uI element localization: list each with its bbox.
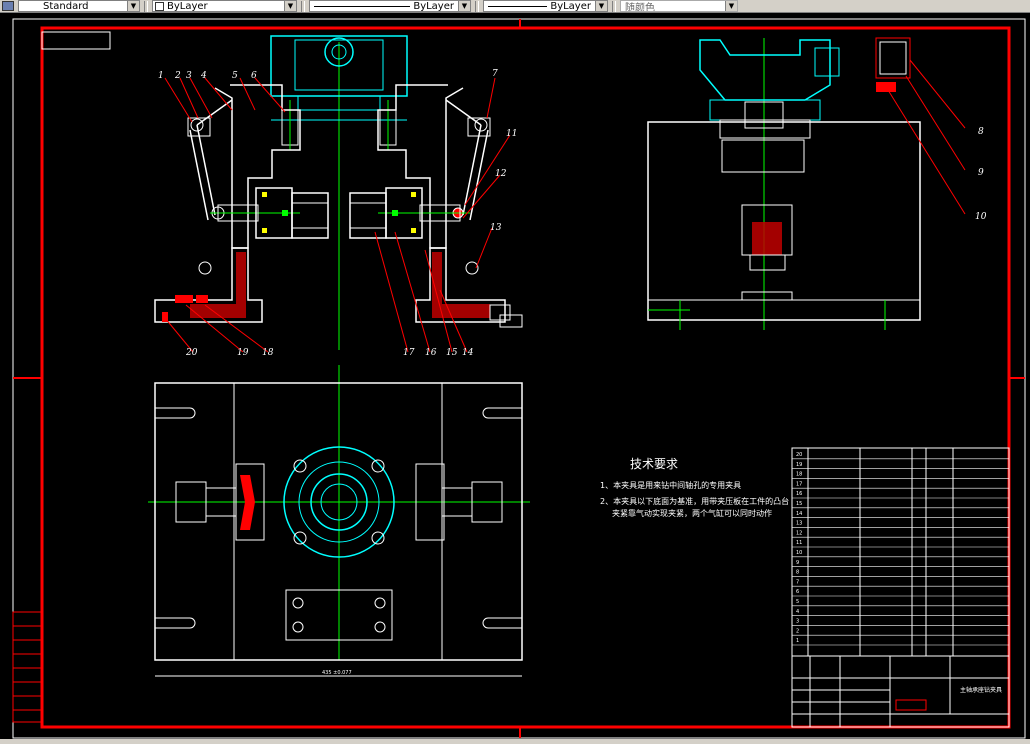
bom-row-number: 19 — [796, 462, 802, 468]
bom-row-number: 20 — [796, 452, 802, 458]
bom-row-number: 17 — [796, 481, 802, 487]
lineweight-dropdown[interactable]: ByLayer ▼ — [483, 0, 608, 12]
bom-row-number: 1 — [796, 638, 799, 644]
linetype-dropdown[interactable]: ByLayer ▼ — [309, 0, 471, 12]
toolbar-separator — [475, 0, 479, 12]
callout-7: 7 — [492, 69, 498, 79]
top-view[interactable]: 435 ±0.077 — [148, 365, 530, 677]
tech-note-1: 1、本夹具是用来钻中间轴孔的专用夹具 — [600, 480, 741, 490]
callout-3: 3 — [186, 71, 192, 81]
callout-10: 10 — [975, 212, 987, 222]
bom-table: 20 19 18 17 16 15 14 13 12 11 10 9 8 7 6 5 4 3 2 1 — [791, 447, 1010, 657]
callout-6: 6 — [251, 71, 257, 81]
callout-20: 20 — [185, 348, 198, 358]
lineweight-sample — [488, 6, 547, 7]
bom-row-number: 3 — [796, 619, 799, 625]
chevron-down-icon: ▼ — [458, 1, 470, 11]
chevron-down-icon: ▼ — [284, 1, 296, 11]
callout-15: 15 — [446, 348, 458, 358]
left-strip-table — [12, 611, 43, 723]
sheet-border — [12, 18, 1026, 739]
linetype-value: ByLayer — [413, 0, 454, 12]
bom-row-number: 2 — [796, 628, 799, 634]
callout-12: 12 — [495, 169, 507, 179]
callout-8: 8 — [978, 127, 984, 137]
bom-row-number: 18 — [796, 472, 802, 478]
bom-row-number: 15 — [796, 501, 802, 507]
chevron-down-icon: ▼ — [725, 1, 737, 11]
side-view[interactable]: 8 9 10 — [647, 37, 987, 330]
bom-row-number: 4 — [796, 609, 799, 615]
text-style-value: Standard — [43, 0, 89, 12]
plotstyle-value: 随颜色 — [625, 2, 655, 12]
toolbar-separator — [612, 0, 616, 12]
bom-row-number: 14 — [796, 511, 802, 517]
tech-title: 技术要求 — [630, 457, 678, 471]
callout-18: 18 — [262, 348, 274, 358]
bom-row-number: 8 — [796, 570, 799, 576]
text-style-dropdown[interactable]: Standard ▼ — [18, 0, 140, 12]
layer-dropdown[interactable]: ByLayer ▼ — [152, 0, 297, 12]
drawing-canvas[interactable]: 1 2 3 4 5 6 7 11 12 13 14 15 16 17 18 19… — [0, 13, 1030, 739]
callout-4: 4 — [200, 71, 207, 81]
bom-row-number: 7 — [796, 579, 799, 585]
callout-17: 17 — [403, 348, 415, 358]
lineweight-value: ByLayer — [550, 0, 591, 12]
callout-2: 2 — [174, 71, 181, 81]
chevron-down-icon: ▼ — [127, 1, 139, 11]
text-style-icon[interactable] — [2, 1, 14, 11]
plotstyle-dropdown[interactable]: 随颜色 ▼ — [620, 0, 738, 12]
callout-9: 9 — [978, 168, 984, 178]
properties-toolbar: Standard ▼ ByLayer ▼ ByLayer ▼ ByLayer ▼… — [0, 0, 1030, 13]
bom-row-number: 16 — [796, 491, 802, 497]
callout-1: 1 — [158, 71, 164, 81]
bom-row-number: 13 — [796, 521, 802, 527]
tech-note-3: 夹紧靠气动实现夹紧，两个气缸可以同时动作 — [612, 508, 772, 518]
dimension-text: 435 ±0.077 — [322, 670, 352, 676]
bom-row-number: 12 — [796, 530, 802, 536]
tech-note-2: 2、本夹具以下底面为基准，用带夹压板在工件的凸台 — [600, 496, 789, 506]
toolbar-separator — [301, 0, 305, 12]
title-block-name: 主轴承座钻夹具 — [960, 686, 1002, 694]
chevron-down-icon: ▼ — [595, 1, 607, 11]
callout-5: 5 — [232, 71, 238, 81]
front-view[interactable]: 1 2 3 4 5 6 7 11 12 13 14 15 16 17 18 19… — [154, 35, 523, 358]
color-swatch-icon — [155, 2, 164, 11]
callout-14: 14 — [462, 348, 474, 358]
linetype-sample — [314, 6, 410, 7]
callout-11: 11 — [506, 129, 517, 139]
tech-requirements: 技术要求 1、本夹具是用来钻中间轴孔的专用夹具 2、本夹具以下底面为基准，用带夹… — [600, 457, 789, 518]
title-block: 主轴承座钻夹具 — [791, 655, 1010, 728]
bom-row-number: 10 — [796, 550, 802, 556]
callout-16: 16 — [425, 348, 437, 358]
toolbar-separator — [144, 0, 148, 12]
bom-row-number: 5 — [796, 599, 799, 605]
bom-row-number: 9 — [796, 560, 799, 566]
bom-row-number: 11 — [796, 540, 802, 546]
command-line[interactable] — [0, 739, 1030, 744]
callout-13: 13 — [490, 223, 502, 233]
callout-19: 19 — [237, 348, 249, 358]
bom-row-number: 6 — [796, 589, 799, 595]
